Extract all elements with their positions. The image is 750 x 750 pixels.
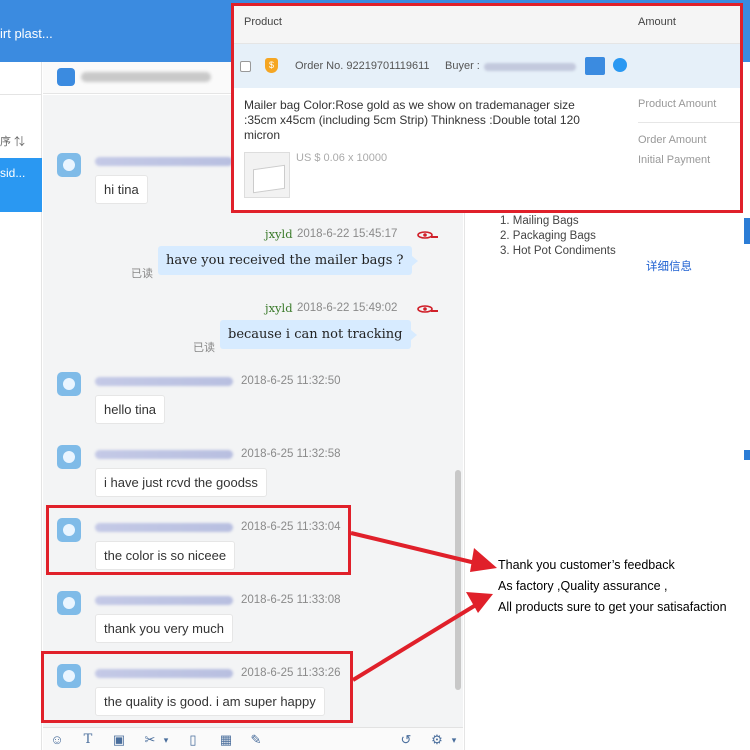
screenshot-scissors-icon[interactable]: ✂ — [142, 732, 158, 748]
quick-reply-icon[interactable]: ↺ — [398, 732, 414, 748]
image-icon[interactable]: ▣ — [111, 732, 127, 748]
buyer-profile-icon[interactable] — [585, 57, 605, 75]
buyer-avatar[interactable] — [57, 591, 81, 615]
product-description[interactable]: Mailer bag Color:Rose gold as we show on… — [244, 98, 604, 143]
edge-indicator — [744, 218, 750, 244]
product-thumbnail[interactable] — [244, 152, 290, 198]
emoji-icon[interactable]: ☺ — [49, 732, 65, 748]
category-item: 2. Packaging Bags — [500, 230, 596, 242]
annotation-line: As factory ,Quality assurance , — [498, 579, 668, 593]
chevron-down-icon[interactable]: ▾ — [158, 732, 174, 748]
app-title: irt plast... — [0, 26, 53, 41]
highlight-box — [46, 505, 351, 575]
amount-column-header: Amount — [638, 16, 676, 28]
buyer-label: Buyer : — [445, 60, 480, 72]
details-link[interactable]: 详细信息 — [646, 258, 692, 274]
read-status: 已读 — [193, 342, 215, 354]
seller-logo-icon — [417, 305, 438, 313]
message-time: 2018-6-25 11:33:08 — [241, 594, 341, 606]
seller-name: jxyld — [265, 227, 293, 241]
category-item: 3. Hot Pot Condiments — [500, 245, 616, 257]
order-number[interactable]: Order No. 92219701119611 — [295, 60, 430, 72]
order-row[interactable]: $ Order No. 92219701119611 Buyer : — [234, 44, 740, 88]
file-icon[interactable]: ▯ — [185, 732, 201, 748]
divider — [638, 122, 740, 123]
buyer-avatar[interactable] — [57, 445, 81, 469]
buyer-name-blurred — [95, 450, 233, 459]
contact-name-blurred — [81, 72, 211, 82]
product-column-header: Product — [244, 16, 282, 28]
sidebar-divider — [0, 94, 42, 95]
annotation-line: Thank you customer’s feedback — [498, 558, 675, 572]
message-bubble: i have just rcvd the goodss — [95, 468, 267, 497]
product-amount-label: Product Amount — [638, 98, 717, 110]
message-bubble-outgoing: have you received the mailer bags ? — [158, 246, 418, 275]
seller-logo-icon — [417, 231, 438, 239]
sort-toggle[interactable]: 序 ⇅ — [0, 133, 25, 149]
annotation-line: All products sure to get your satisafact… — [498, 600, 727, 614]
buyer-name-blurred — [95, 157, 233, 166]
buyer-name-blurred — [95, 377, 233, 386]
font-icon[interactable]: T — [80, 732, 96, 748]
buyer-avatar[interactable] — [57, 153, 81, 177]
order-checkbox[interactable] — [240, 61, 251, 72]
order-amount-label: Order Amount — [638, 134, 707, 146]
chevron-down-icon[interactable]: ▾ — [446, 732, 462, 748]
edit-icon[interactable]: ✎ — [248, 732, 264, 748]
settings-icon[interactable]: ⚙ — [429, 732, 445, 748]
active-conversation-label: sid... — [0, 166, 26, 180]
active-conversation-item[interactable]: sid... — [0, 158, 42, 212]
contact-avatar[interactable] — [57, 68, 75, 86]
highlight-box — [41, 651, 353, 723]
message-bubble-outgoing: because i can not tracking — [220, 320, 416, 349]
chat-icon[interactable] — [613, 58, 627, 72]
message-time: 2018-6-22 15:45:17 — [297, 228, 398, 240]
message-time: 2018-6-25 11:32:58 — [241, 448, 341, 460]
order-table-header: Product Amount — [234, 6, 740, 44]
message-bubble: thank you very much — [95, 614, 233, 643]
product-price: US $ 0.06 x 10000 — [296, 152, 388, 164]
calendar-icon[interactable]: ▦ — [218, 732, 234, 748]
message-bubble: hi tina — [95, 175, 148, 204]
order-card: Product Amount $ Order No. 9221970111961… — [231, 3, 743, 213]
buyer-name-blurred — [484, 63, 576, 71]
chat-input-toolbar: ☺ T ▣ ✂ ▾ ▯ ▦ ✎ ↺ ⚙ ▾ — [43, 727, 463, 750]
read-status: 已读 — [131, 268, 153, 280]
trade-assurance-icon: $ — [265, 58, 278, 73]
message-time: 2018-6-25 11:32:50 — [241, 375, 341, 387]
category-item: 1. Mailing Bags — [500, 215, 579, 227]
buyer-name-blurred — [95, 596, 233, 605]
conversation-sidebar: 序 ⇅ sid... — [0, 62, 42, 750]
edge-indicator — [744, 450, 750, 460]
message-bubble: hello tina — [95, 395, 166, 424]
message-time: 2018-6-22 15:49:02 — [297, 302, 398, 314]
chat-scrollbar[interactable] — [455, 470, 461, 690]
seller-name: jxyld — [265, 301, 293, 315]
buyer-avatar[interactable] — [57, 372, 81, 396]
initial-payment-label: Initial Payment — [638, 154, 711, 166]
